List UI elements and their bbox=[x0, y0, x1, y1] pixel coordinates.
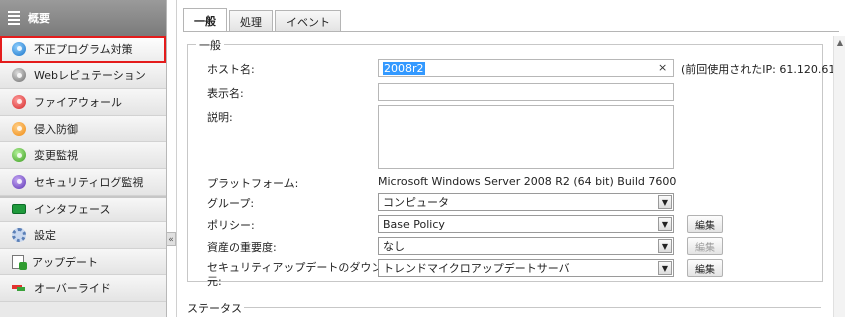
tab-events[interactable]: イベント bbox=[275, 10, 341, 32]
update-source-select-value: トレンドマイクロアップデートサーバ bbox=[383, 262, 570, 275]
sidebar-item-label: アップデート bbox=[32, 255, 98, 269]
sidebar-item-updates[interactable]: アップデート bbox=[0, 248, 166, 276]
asset-importance-edit-button[interactable]: 編集 bbox=[687, 237, 723, 255]
sidebar-collapse-button[interactable]: « bbox=[167, 232, 176, 246]
sidebar-item-web-reputation[interactable]: Webレピュテーション bbox=[0, 62, 166, 90]
sidebar-item-label: セキュリティログ監視 bbox=[34, 175, 144, 189]
hostname-input[interactable]: 2008r2 bbox=[378, 59, 674, 77]
sidebar-item-intrusion-prevention[interactable]: 侵入防御 bbox=[0, 115, 166, 143]
sidebar-header-label: 概要 bbox=[28, 12, 50, 25]
tab-general[interactable]: 一般 bbox=[183, 8, 227, 32]
policy-select[interactable]: Base Policy ▼ bbox=[378, 215, 674, 233]
sidebar-item-firewall[interactable]: ファイアウォール bbox=[0, 89, 166, 116]
tab-actions[interactable]: 処理 bbox=[229, 10, 273, 32]
intrusion-prevention-icon bbox=[12, 121, 26, 136]
sidebar-item-overrides[interactable]: オーバーライド bbox=[0, 275, 166, 302]
sidebar-item-label: インタフェース bbox=[34, 203, 111, 217]
group-label: グループ: bbox=[207, 197, 255, 210]
chevron-down-icon: ▼ bbox=[658, 217, 672, 231]
status-fieldset-border bbox=[187, 307, 821, 308]
chevron-down-icon: ▼ bbox=[658, 261, 672, 275]
policy-edit-button[interactable]: 編集 bbox=[687, 215, 723, 233]
sidebar-item-integrity-monitoring[interactable]: 変更監視 bbox=[0, 142, 166, 169]
hostname-value: 2008r2 bbox=[383, 62, 425, 75]
sidebar-item-label: オーバーライド bbox=[34, 282, 111, 296]
sidebar-item-interfaces[interactable]: インタフェース bbox=[0, 195, 166, 223]
interfaces-icon bbox=[12, 204, 26, 215]
policy-label: ポリシー: bbox=[207, 219, 255, 232]
chevron-down-icon: ▼ bbox=[658, 195, 672, 209]
sidebar-item-settings[interactable]: 設定 bbox=[0, 222, 166, 249]
previous-ip-text: (前回使用されたIP: 61.120.61.62) bbox=[681, 63, 845, 76]
sidebar-item-label: 不正プログラム対策 bbox=[34, 42, 133, 56]
sidebar: 概要 不正プログラム対策 Webレピュテーション ファイアウォール 侵入防御 変… bbox=[0, 0, 167, 317]
platform-value: Microsoft Windows Server 2008 R2 (64 bit… bbox=[378, 175, 677, 188]
sidebar-item-label: 侵入防御 bbox=[34, 122, 78, 136]
web-reputation-icon bbox=[12, 68, 26, 83]
settings-gear-icon bbox=[12, 227, 26, 242]
sidebar-header-overview[interactable]: 概要 bbox=[0, 0, 166, 36]
display-name-label: 表示名: bbox=[207, 87, 244, 100]
group-select[interactable]: コンピュータ ▼ bbox=[378, 193, 674, 211]
sidebar-item-log-inspection[interactable]: セキュリティログ監視 bbox=[0, 168, 166, 196]
general-legend: 一般 bbox=[196, 37, 224, 53]
scroll-up-icon[interactable]: ▲ bbox=[837, 38, 843, 47]
description-textarea[interactable] bbox=[378, 105, 674, 169]
sidebar-item-label: Webレピュテーション bbox=[34, 69, 146, 83]
tab-strip-divider bbox=[183, 31, 839, 32]
tab-bar: 一般 処理 イベント bbox=[183, 8, 343, 32]
group-select-value: コンピュータ bbox=[383, 196, 449, 209]
vertical-scrollbar[interactable] bbox=[833, 36, 845, 317]
asset-importance-select-value: なし bbox=[383, 240, 405, 253]
overrides-icon bbox=[12, 282, 26, 294]
update-source-label-cont: 元: bbox=[207, 275, 222, 288]
sidebar-item-anti-malware[interactable]: 不正プログラム対策 bbox=[0, 36, 166, 63]
status-legend: ステータス bbox=[185, 300, 244, 316]
update-source-edit-button[interactable]: 編集 bbox=[687, 259, 723, 277]
integrity-monitoring-icon bbox=[12, 148, 26, 163]
update-source-select[interactable]: トレンドマイクロアップデートサーバ ▼ bbox=[378, 259, 674, 277]
display-name-input[interactable] bbox=[378, 83, 674, 101]
platform-label: プラットフォーム: bbox=[207, 177, 299, 190]
asset-importance-select[interactable]: なし ▼ bbox=[378, 237, 674, 255]
description-label: 説明: bbox=[207, 111, 233, 124]
sidebar-item-label: ファイアウォール bbox=[34, 95, 122, 109]
antimalware-icon bbox=[12, 41, 26, 56]
firewall-icon bbox=[12, 94, 26, 109]
log-inspection-icon bbox=[12, 174, 26, 189]
sidebar-item-label: 変更監視 bbox=[34, 149, 78, 163]
hostname-label: ホスト名: bbox=[207, 63, 255, 76]
chevron-down-icon: ▼ bbox=[658, 239, 672, 253]
sidebar-item-label: 設定 bbox=[34, 228, 56, 242]
policy-select-value: Base Policy bbox=[383, 217, 445, 231]
asset-importance-label: 資産の重要度: bbox=[207, 241, 277, 254]
updates-icon bbox=[12, 254, 27, 270]
list-icon bbox=[8, 11, 20, 25]
main-panel: 一般 処理 イベント 一般 ホスト名: 2008r2 × (前回使用されたIP:… bbox=[176, 0, 845, 317]
general-fieldset: 一般 ホスト名: 2008r2 × (前回使用されたIP: 61.120.61.… bbox=[187, 37, 845, 288]
